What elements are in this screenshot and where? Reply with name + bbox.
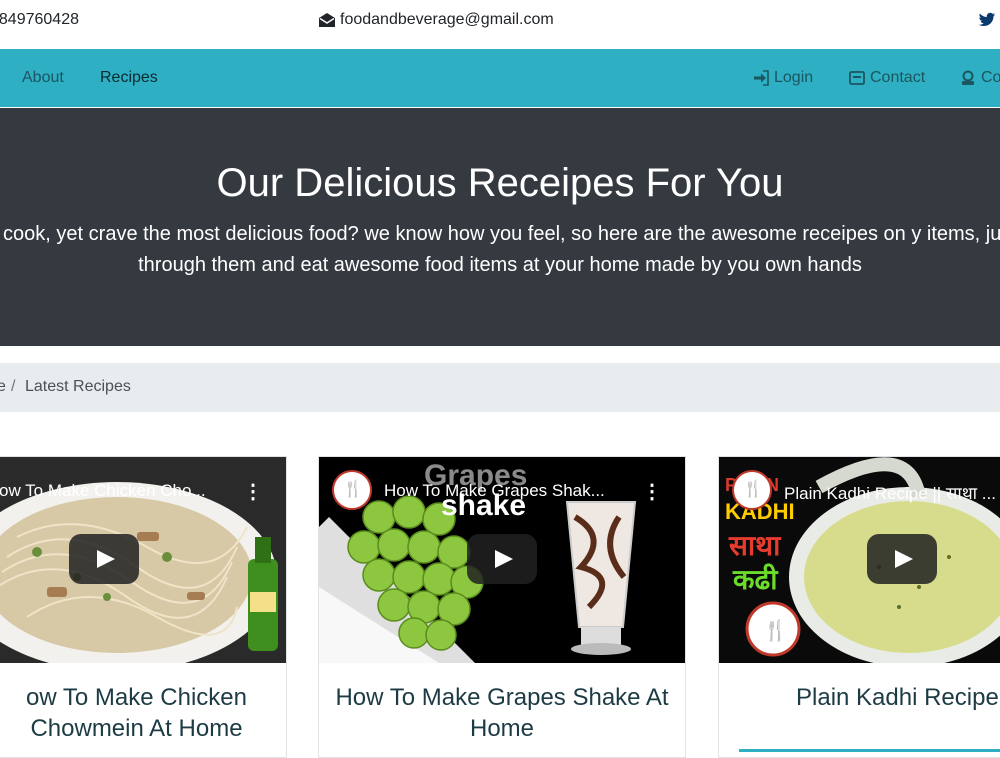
nav-extra-label: Co [981,69,1000,86]
video-thumbnail[interactable]: ow To Make Chicken Cho... ⋮ [0,457,286,663]
play-button[interactable] [867,534,937,584]
nav-contact[interactable]: Contact [849,69,925,87]
card-button-edge[interactable] [739,749,1000,752]
video-thumbnail[interactable]: 🍴 PLAIN KADHI साथा कढी Plain Kadhi Recip… [719,457,1000,663]
card-title[interactable]: ow To Make Chicken Chowmein At Home [0,682,286,744]
phone-number: 9849760428 [0,11,79,28]
thumb-overlay-text: साथा [728,529,782,562]
card-title[interactable]: Plain Kadhi Recipe [719,682,1000,713]
breadcrumb-home[interactable]: e [0,378,6,396]
recipe-card: ow To Make Chicken Cho... ⋮ ow To Make C… [0,456,287,758]
main-navbar: About Recipes Login Contact Co [0,49,1000,107]
card-title[interactable]: How To Make Grapes Shake At Home [319,682,685,744]
contact-card-icon [849,71,865,85]
video-thumbnail[interactable]: Grapes shake How To Make Grapes Shak... … [319,457,685,663]
twitter-icon[interactable] [978,11,996,29]
video-title[interactable]: ow To Make Chicken Cho... [0,481,206,501]
nav-login[interactable]: Login [753,69,813,87]
user-lock-icon [962,70,974,85]
video-title[interactable]: Plain Kadhi Recipe || साथा ... [784,481,996,504]
recipe-card: Grapes shake How To Make Grapes Shak... … [318,456,686,758]
play-button[interactable] [467,534,537,584]
thumb-overlay-text: कढी [732,563,779,596]
nav-contact-label: Contact [870,69,926,86]
video-title[interactable]: How To Make Grapes Shak... [384,481,605,501]
breadcrumb-current: Latest Recipes [25,378,131,395]
top-contact-bar: 9849760428 foodandbeverage@gmail.com [0,0,1000,48]
hero-title: Our Delicious Receipes For You [216,161,784,205]
hero-subtitle: zy to cook, yet crave the most delicious… [0,223,1000,276]
hero-banner: Our Delicious Receipes For You zy to coo… [0,108,1000,346]
channel-logo[interactable] [732,470,772,510]
recipe-card: 🍴 PLAIN KADHI साथा कढी Plain Kadhi Recip… [718,456,1000,758]
envelope-icon [319,13,335,27]
sign-in-icon [754,70,769,86]
nav-login-label: Login [774,69,814,86]
svg-text:🍴: 🍴 [763,618,788,642]
play-button[interactable] [69,534,139,584]
email-contact: foodandbeverage@gmail.com [318,11,554,29]
nav-extra[interactable]: Co [960,69,1000,87]
nav-about[interactable]: About [22,69,64,87]
breadcrumb-separator: / [11,378,16,395]
email-address: foodandbeverage@gmail.com [340,11,554,28]
breadcrumb: e / Latest Recipes [0,363,1000,412]
more-options-icon[interactable]: ⋮ [243,479,263,504]
more-options-icon[interactable]: ⋮ [642,479,662,504]
nav-recipes[interactable]: Recipes [100,69,158,87]
channel-logo[interactable] [332,470,372,510]
